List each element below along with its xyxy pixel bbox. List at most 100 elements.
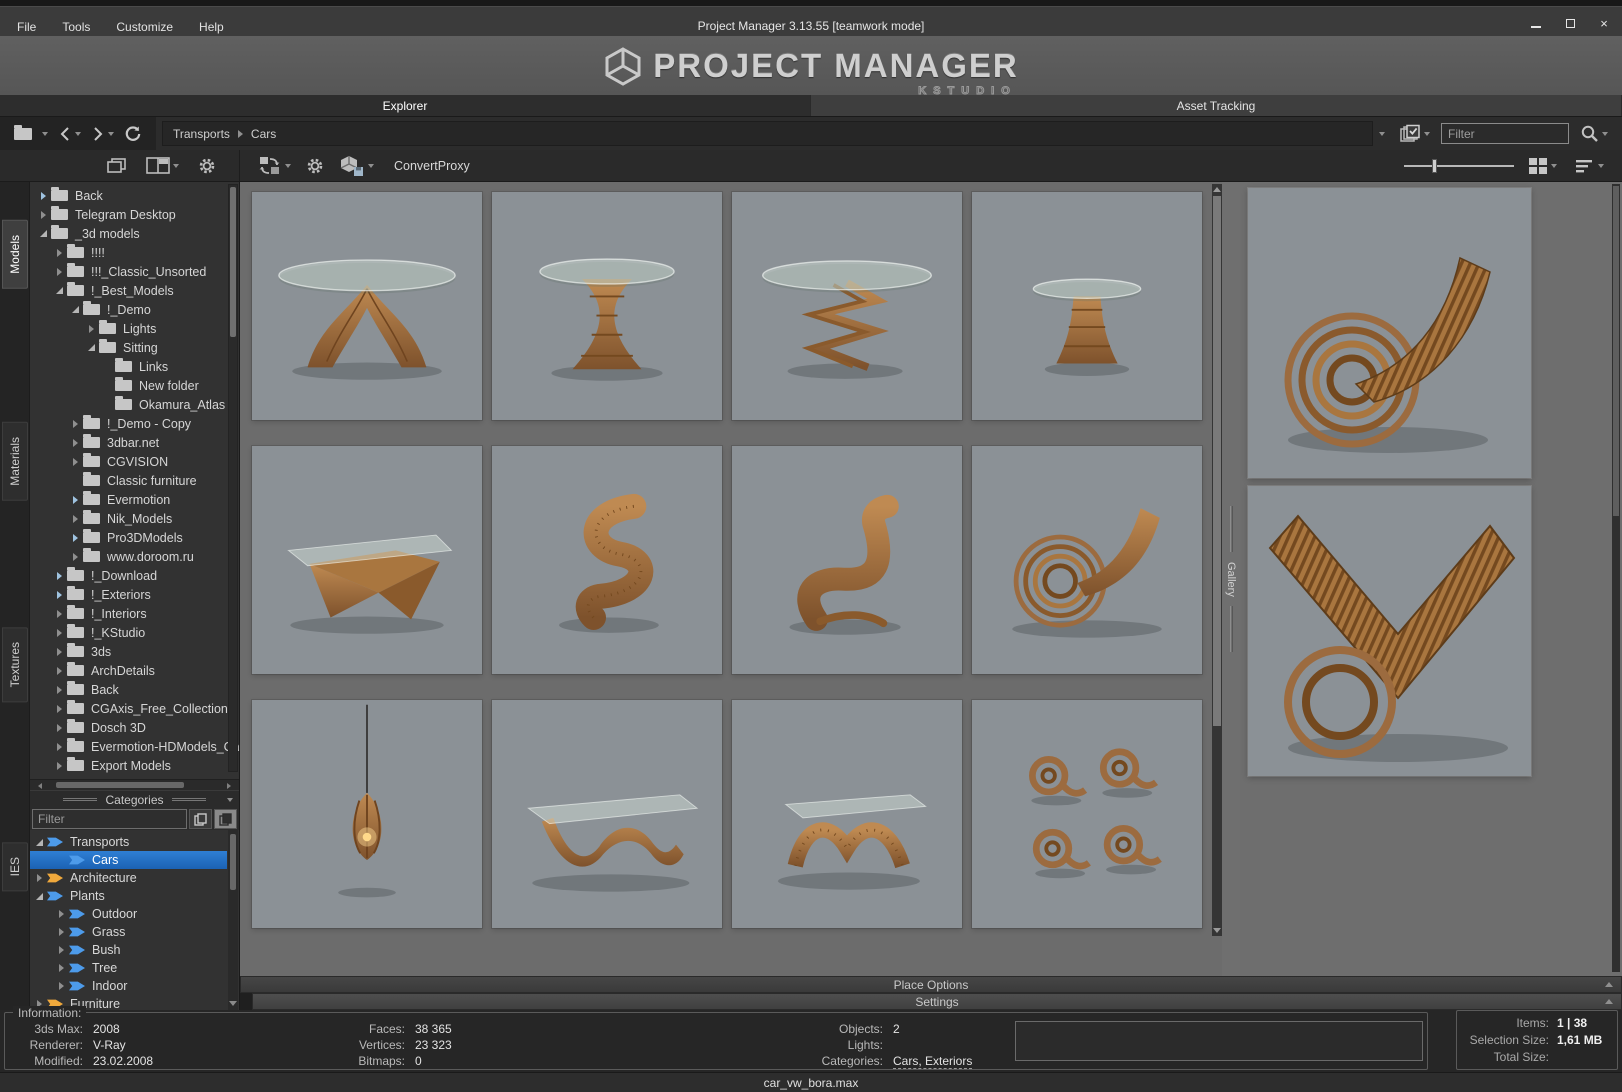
tree-item[interactable]: Classic furniture [30, 471, 227, 490]
tree-item[interactable]: CGVISION [30, 452, 227, 471]
category-item-transports[interactable]: Transports [30, 833, 227, 851]
back-button[interactable] [54, 122, 85, 146]
collapse-arrow-icon[interactable] [54, 724, 64, 732]
tree-item[interactable]: ArchDetails [30, 661, 227, 680]
tree-item[interactable]: _3d models [30, 224, 227, 243]
filter-input[interactable] [1441, 123, 1569, 144]
category-item-architecture[interactable]: Architecture [30, 869, 227, 887]
tree-item[interactable]: !_Interiors [30, 604, 227, 623]
tree-item[interactable]: CGAxis_Free_Collection [30, 699, 227, 718]
collapse-arrow-icon[interactable] [38, 192, 48, 200]
filter-scope-button[interactable] [1395, 120, 1434, 148]
search-button[interactable] [1576, 120, 1612, 147]
collapse-arrow-icon[interactable] [54, 591, 64, 599]
collapse-arrow-icon[interactable] [56, 982, 66, 990]
sidebar-tab-materials[interactable]: Materials [2, 422, 28, 501]
category-assign-button[interactable] [214, 809, 237, 829]
tree-item[interactable]: Telegram Desktop [30, 205, 227, 224]
category-item-cars[interactable]: Cars [30, 851, 227, 869]
maximize-button[interactable] [1560, 14, 1580, 32]
collapse-arrow-icon[interactable] [54, 268, 64, 276]
collapse-arrow-icon[interactable] [56, 964, 66, 972]
category-item-tree[interactable]: Tree [30, 959, 227, 977]
collapse-arrow-icon[interactable] [54, 686, 64, 694]
gallery-thumbnail-round-table-x[interactable] [252, 192, 482, 420]
sort-button[interactable] [1571, 154, 1608, 178]
status-value[interactable]: Cars, Exteriors [893, 1054, 972, 1069]
tree-item[interactable]: !_Download [30, 566, 227, 585]
collapse-arrow-icon[interactable] [70, 439, 80, 447]
tree-item[interactable]: !!!_Classic_Unsorted [30, 262, 227, 281]
gallery-thumbnail-coffee-table-angular[interactable] [252, 446, 482, 674]
folders-icon[interactable] [106, 157, 128, 175]
category-item-indoor[interactable]: Indoor [30, 977, 227, 995]
tree-item[interactable]: !_Exteriors [30, 585, 227, 604]
tree-item[interactable]: www.doroom.ru [30, 547, 227, 566]
tree-item[interactable]: Back [30, 186, 227, 205]
collapse-arrow-icon[interactable] [54, 249, 64, 257]
scroll-down-icon[interactable] [1213, 928, 1221, 933]
category-item-outdoor[interactable]: Outdoor [30, 905, 227, 923]
gallery-preview-lounge-side[interactable] [1248, 188, 1531, 478]
tree-item[interactable]: Evermotion [30, 490, 227, 509]
sidebar-tab-ies[interactable]: IES [2, 842, 28, 891]
collapse-arrow-icon[interactable] [56, 946, 66, 954]
gallery-thumbnail-round-table-zigzag[interactable] [732, 192, 962, 420]
gallery-preview-lounge-closeup[interactable] [1248, 486, 1531, 776]
breadcrumb[interactable]: TransportsCars [162, 121, 1373, 146]
expand-arrow-icon[interactable] [34, 839, 44, 846]
tree-vertical-scrollbar[interactable] [228, 184, 238, 772]
collapse-arrow-icon[interactable] [54, 648, 64, 656]
categories-filter-input[interactable] [32, 809, 187, 829]
place-options-rollout[interactable]: Place Options [240, 976, 1622, 993]
tree-item[interactable]: Pro3DModels [30, 528, 227, 547]
tree-item[interactable]: Lights [30, 319, 227, 338]
tree-item[interactable]: 3dbar.net [30, 433, 227, 452]
tab-asset-tracking[interactable]: Asset Tracking [811, 95, 1622, 116]
notes-field[interactable] [1015, 1021, 1423, 1061]
gallery-thumbnail-round-table-hourglass[interactable] [492, 192, 722, 420]
tree-item[interactable]: 3ds [30, 642, 227, 661]
tree-item[interactable]: Links [30, 357, 227, 376]
categories-scrollbar[interactable] [228, 830, 238, 1010]
gallery-thumbnail-lounge-spiral[interactable] [972, 446, 1202, 674]
tree-item[interactable]: !_Best_Models [30, 281, 227, 300]
category-item-plants[interactable]: Plants [30, 887, 227, 905]
collapse-arrow-icon[interactable] [54, 743, 64, 751]
collapse-arrow-icon[interactable] [70, 515, 80, 523]
collapse-arrow-icon[interactable] [70, 553, 80, 561]
gallery-thumbnail-coffee-table-wave[interactable] [492, 700, 722, 928]
collapse-arrow-icon[interactable] [34, 874, 44, 882]
tab-explorer[interactable]: Explorer [0, 95, 811, 116]
collapse-arrow-icon[interactable] [56, 928, 66, 936]
gallery-splitter[interactable]: Gallery [1222, 182, 1240, 976]
collapse-arrow-icon[interactable] [54, 610, 64, 618]
expand-arrow-icon[interactable] [34, 893, 44, 900]
collapse-arrow-icon[interactable] [86, 325, 96, 333]
open-folder-button[interactable] [10, 124, 52, 144]
gallery-scrollbar[interactable] [1612, 184, 1620, 972]
tree-item[interactable]: Okamura_Atlas [30, 395, 227, 414]
layout-split-button[interactable] [142, 153, 183, 179]
scroll-right-icon[interactable] [227, 783, 231, 789]
convert-button[interactable] [254, 151, 295, 181]
tree-item[interactable]: Evermotion-HDModels_Cars_ [30, 737, 227, 756]
collapse-arrow-icon[interactable] [38, 211, 48, 219]
settings-rollout[interactable]: Settings [252, 993, 1622, 1010]
expand-arrow-icon[interactable] [38, 230, 48, 237]
collapse-arrow-icon[interactable] [70, 496, 80, 504]
view-mode-button[interactable] [1524, 153, 1561, 179]
collapse-arrow-icon[interactable] [70, 420, 80, 428]
collapse-arrow-icon[interactable] [54, 762, 64, 770]
tree-item[interactable]: !!!! [30, 243, 227, 262]
gallery-thumbnail-chair-wave[interactable] [732, 446, 962, 674]
tree-horizontal-scrollbar[interactable] [30, 779, 239, 790]
collapse-arrow-icon[interactable] [54, 572, 64, 580]
scroll-down-icon[interactable] [229, 1001, 237, 1006]
collapse-arrow-icon[interactable] [54, 629, 64, 637]
scroll-up-icon[interactable] [1213, 187, 1221, 192]
close-button[interactable]: × [1594, 14, 1614, 32]
minimize-button[interactable] [1526, 14, 1546, 32]
tree-item[interactable]: Back [30, 680, 227, 699]
sidebar-tab-models[interactable]: Models [2, 220, 28, 289]
